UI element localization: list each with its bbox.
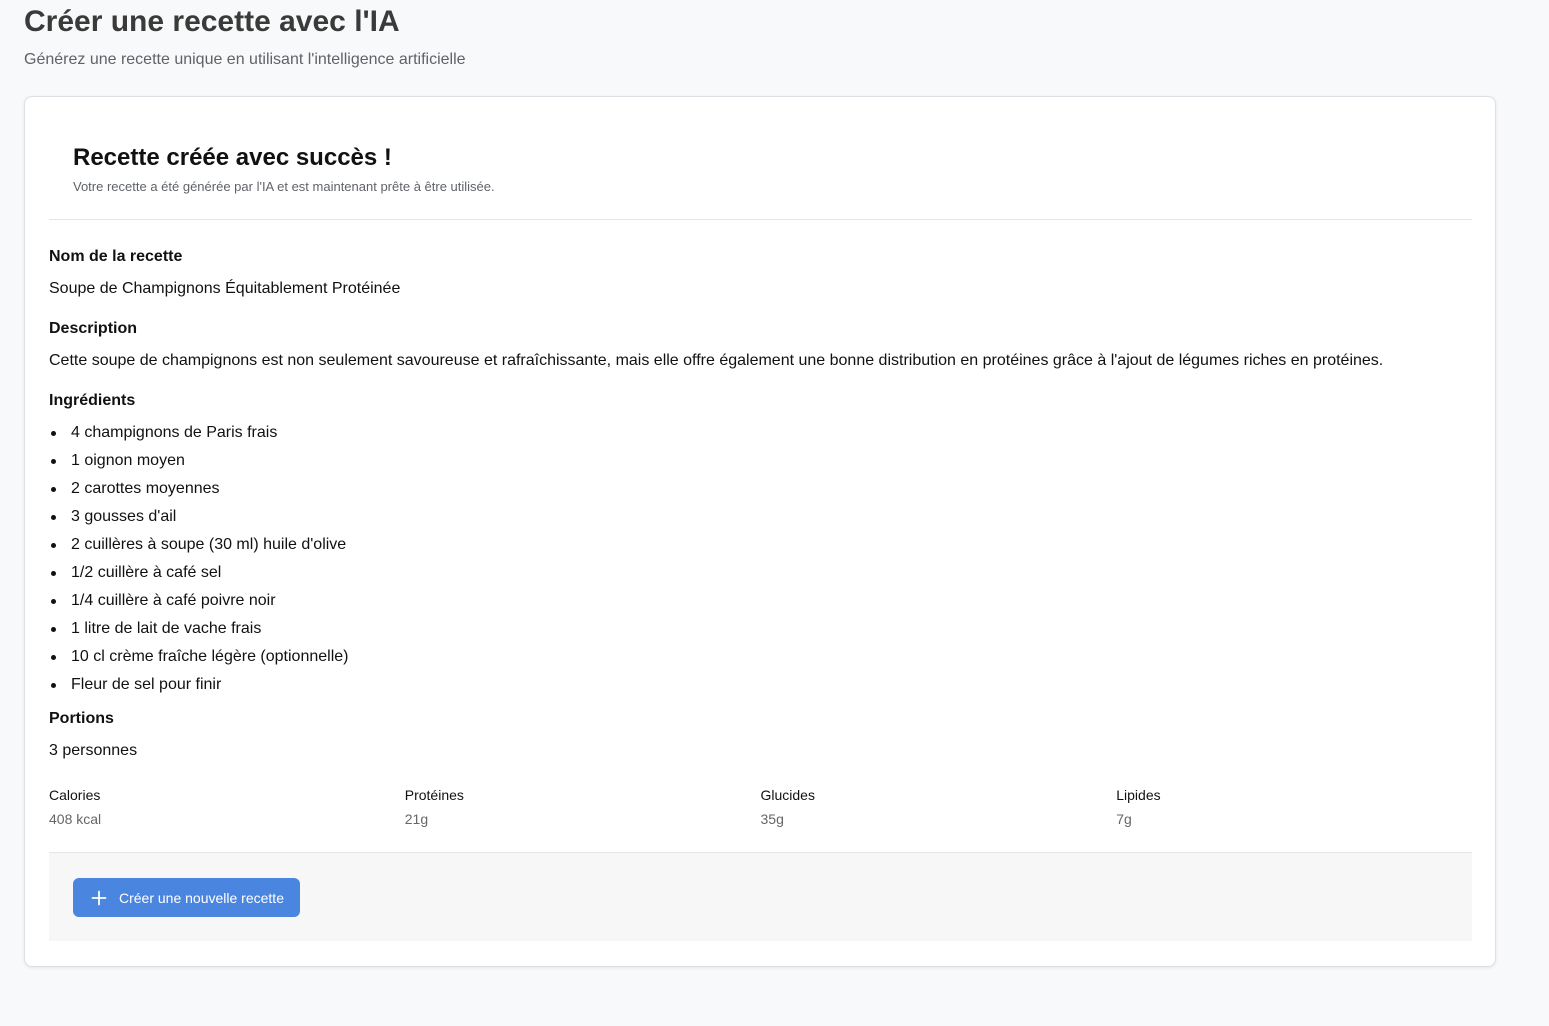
bullet-icon — [51, 431, 56, 436]
recipe-name-label: Nom de la recette — [49, 248, 183, 265]
bullet-icon — [51, 571, 56, 576]
ingredient-text: 1 litre de lait de vache frais — [71, 620, 262, 637]
bullet-icon — [51, 459, 56, 464]
bullet-icon — [51, 599, 56, 604]
ingredient-text: 1 oignon moyen — [71, 452, 185, 469]
nutrition-carbs: Glucides 35g — [761, 787, 1117, 827]
nutrition-fats: Lipides 7g — [1116, 787, 1472, 827]
page-title: Créer une recette avec l'IA — [24, 5, 400, 38]
ingredient-text: 10 cl crème fraîche légère (optionnelle) — [71, 648, 349, 665]
recipe-details: Nom de la recette Soupe de Champignons É… — [49, 247, 1472, 781]
ingredient-item: 1/4 cuillère à café poivre noir — [49, 591, 1472, 611]
ingredient-text: 1/4 cuillère à café poivre noir — [71, 592, 276, 609]
divider — [49, 219, 1472, 220]
ingredient-item: 1/2 cuillère à café sel — [49, 563, 1472, 583]
bullet-icon — [51, 627, 56, 632]
ingredient-item: 1 oignon moyen — [49, 451, 1472, 471]
portions-label: Portions — [49, 710, 114, 727]
ingredients-list: 4 champignons de Paris frais 1 oignon mo… — [49, 423, 1472, 695]
portions-section: Portions 3 personnes — [49, 709, 1472, 761]
ingredient-text: 4 champignons de Paris frais — [71, 424, 278, 441]
bullet-icon — [51, 515, 56, 520]
page-header: Créer une recette avec l'IA Générez une … — [24, 4, 466, 70]
description-section: Description Cette soupe de champignons e… — [49, 319, 1472, 371]
bullet-icon — [51, 655, 56, 660]
recipe-name-section: Nom de la recette Soupe de Champignons É… — [49, 247, 1472, 299]
ingredient-item: 1 litre de lait de vache frais — [49, 619, 1472, 639]
ingredient-item: 10 cl crème fraîche légère (optionnelle) — [49, 647, 1472, 667]
ingredient-item: 2 cuillères à soupe (30 ml) huile d'oliv… — [49, 535, 1472, 555]
success-header: Recette créée avec succès ! Votre recett… — [73, 143, 495, 195]
ingredient-text: 2 cuillères à soupe (30 ml) huile d'oliv… — [71, 536, 347, 553]
plus-icon — [91, 890, 107, 905]
nutrition-label: Protéines — [404, 787, 464, 803]
nutrition-label: Calories — [49, 787, 101, 803]
page-subtitle: Générez une recette unique en utilisant … — [24, 51, 466, 68]
new-recipe-button[interactable]: Créer une nouvelle recette — [73, 878, 300, 917]
ingredients-section: Ingrédients 4 champignons de Paris frais… — [49, 391, 1472, 695]
new-recipe-label: Créer une nouvelle recette — [119, 889, 284, 906]
ingredient-item: 2 carottes moyennes — [49, 479, 1472, 499]
nutrition-label: Glucides — [760, 787, 815, 803]
recipe-result-card: Recette créée avec succès ! Votre recett… — [24, 96, 1496, 967]
recipe-name: Soupe de Champignons Équitablement Proté… — [49, 280, 401, 297]
bullet-icon — [51, 543, 56, 548]
ingredient-text: 1/2 cuillère à café sel — [71, 564, 222, 581]
bullet-icon — [51, 683, 56, 688]
ingredient-text: 3 gousses d'ail — [71, 508, 177, 525]
success-title: Recette créée avec succès ! — [73, 144, 392, 171]
success-subtitle: Votre recette a été générée par l'IA et … — [73, 179, 495, 194]
portions-value: 3 personnes — [49, 742, 138, 759]
nutrition-value: 21g — [404, 811, 429, 827]
nutrition-value: 35g — [760, 811, 784, 827]
description-label: Description — [49, 320, 138, 337]
ingredient-text: 2 carottes moyennes — [71, 480, 220, 497]
ingredients-label: Ingrédients — [49, 392, 136, 409]
card-footer: Créer une nouvelle recette — [49, 852, 1472, 941]
ingredient-text: Fleur de sel pour finir — [71, 676, 222, 693]
nutrition-label: Lipides — [1116, 787, 1161, 803]
nutrition-value: 7g — [1116, 811, 1132, 827]
ingredient-item: Fleur de sel pour finir — [49, 675, 1472, 695]
ingredient-item: 3 gousses d'ail — [49, 507, 1472, 527]
nutrition-summary: Calories 408 kcal Protéines 21g Glucides… — [49, 787, 1472, 827]
nutrition-value: 408 kcal — [49, 811, 102, 827]
nutrition-proteins: Protéines 21g — [405, 787, 761, 827]
ingredient-item: 4 champignons de Paris frais — [49, 423, 1472, 443]
description-text: Cette soupe de champignons est non seule… — [49, 352, 1384, 369]
bullet-icon — [51, 487, 56, 492]
nutrition-calories: Calories 408 kcal — [49, 787, 405, 827]
